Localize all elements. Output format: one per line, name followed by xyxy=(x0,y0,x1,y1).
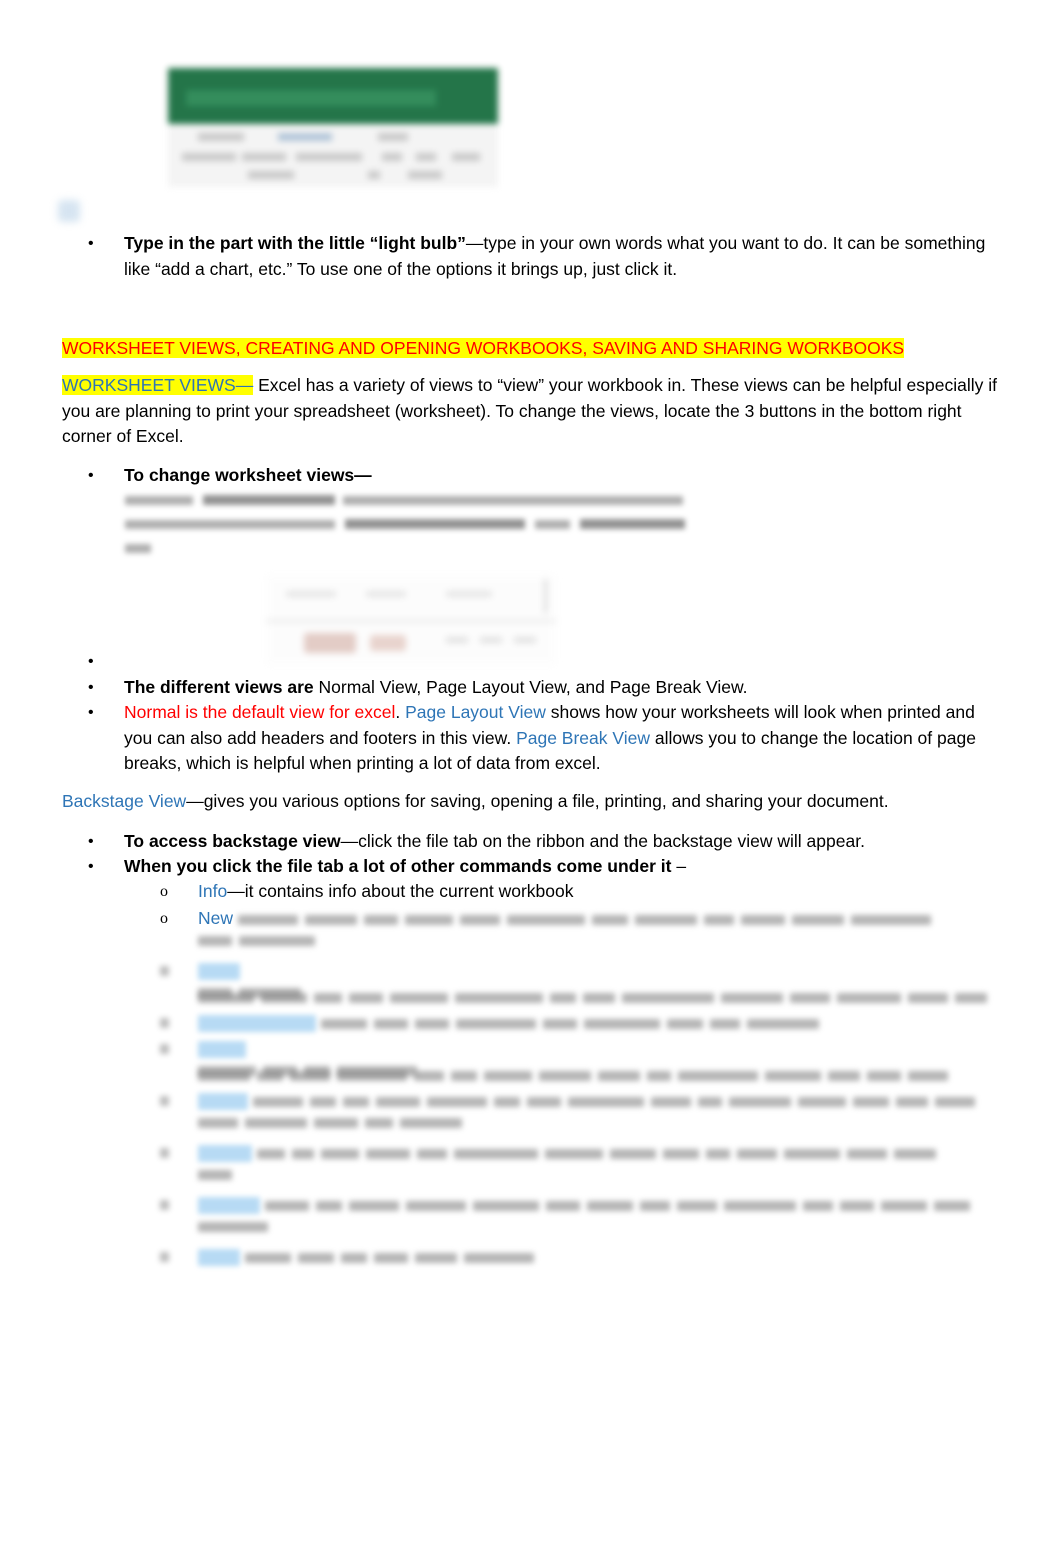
blurred-new-description xyxy=(237,907,938,933)
blurred-share-description-line2 xyxy=(198,1114,469,1132)
sub-bullet-marker: o xyxy=(160,883,168,900)
list-item-text: The different views are Normal View, Pag… xyxy=(124,675,1000,701)
list-item-text: Type in the part with the little “light … xyxy=(124,231,1000,282)
normal-view-red-text: Normal is the default view for excel xyxy=(124,702,396,722)
blurred-publish-description-line2 xyxy=(198,1218,275,1236)
blurred-command-label xyxy=(198,1040,246,1058)
list-item-text: To change worksheet views— xyxy=(124,465,372,485)
blurred-command-label xyxy=(198,1196,260,1214)
blurred-open-description-line2 xyxy=(198,984,308,1002)
bullet-marker: • xyxy=(88,653,94,670)
blurred-command-description xyxy=(198,984,994,1010)
bullet-marker: • xyxy=(88,679,94,696)
list-item-empty: • xyxy=(88,649,1000,675)
access-backstage-bold-lead: To access backstage view xyxy=(124,831,341,851)
list-item-tell-me: • Type in the part with the little “ligh… xyxy=(88,231,1000,282)
list-item-access-backstage: • To access backstage view—click the fil… xyxy=(88,829,1000,855)
blurred-command-description xyxy=(320,1011,826,1037)
excel-title-bar xyxy=(168,68,498,124)
sub-bullet-marker xyxy=(160,958,198,1010)
sub-list-item-text xyxy=(198,1192,1000,1218)
list-item-text xyxy=(124,649,1000,675)
sub-list-item-text xyxy=(198,1244,1000,1270)
blurred-command-label xyxy=(198,1092,248,1110)
backstage-view-body: —gives you various options for saving, o… xyxy=(186,791,889,811)
file-tab-commands-rest: – xyxy=(671,856,687,876)
new-command-label: New xyxy=(198,908,234,928)
sub-list-item-publish xyxy=(160,1192,1000,1218)
different-views-rest: Normal View, Page Layout View, and Page … xyxy=(313,677,748,697)
sub-bullet-marker: o xyxy=(160,910,168,927)
document-page: • Type in the part with the little “ligh… xyxy=(0,0,1062,1556)
blurred-command-description xyxy=(256,1141,943,1167)
sub-bullet-marker xyxy=(160,1088,198,1114)
bullet-marker: • xyxy=(88,235,94,252)
blurred-new-description-line2 xyxy=(198,932,322,950)
views-detail-after-red: . xyxy=(395,702,406,722)
info-command-label: Info xyxy=(198,881,228,901)
sub-list-item-text xyxy=(198,958,1000,1010)
list-item-file-tab-commands: • When you click the file tab a lot of o… xyxy=(88,854,1000,880)
sub-list-item-text: New xyxy=(198,906,1000,932)
blurred-print-description-line2 xyxy=(198,1062,424,1080)
sub-list-item-text: Info—it contains info about the current … xyxy=(198,879,1000,905)
sub-list-item-text xyxy=(198,1140,1000,1166)
section-heading: WORKSHEET VIEWS, CREATING AND OPENING WO… xyxy=(62,336,1002,362)
sub-list-item-info: o Info—it contains info about the curren… xyxy=(160,879,1000,905)
sub-bullet-marker xyxy=(160,1192,198,1218)
blurred-instructions-paragraph xyxy=(125,492,695,560)
blurred-command-label xyxy=(198,1144,252,1162)
page-break-view-link: Page Break View xyxy=(516,727,650,748)
blurred-command-description xyxy=(244,1245,541,1271)
blurred-command-label xyxy=(198,1248,240,1266)
sub-bullet-marker xyxy=(160,1010,198,1036)
excel-title-bar-text xyxy=(186,90,436,106)
section-heading-text: WORKSHEET VIEWS, CREATING AND OPENING WO… xyxy=(62,338,905,358)
file-tab-commands-bold-lead: When you click the file tab a lot of oth… xyxy=(124,856,672,876)
blurred-command-description xyxy=(252,1089,982,1115)
list-item-text: To access backstage view—click the file … xyxy=(124,829,1000,855)
sub-list-item-close xyxy=(160,1244,1000,1270)
different-views-bold-lead: The different views are xyxy=(124,677,314,697)
sub-bullet-marker xyxy=(160,1036,198,1088)
sub-list-item-export xyxy=(160,1140,1000,1166)
bullet-marker: • xyxy=(88,833,94,850)
worksheet-views-paragraph: WORKSHEET VIEWS— Excel has a variety of … xyxy=(62,373,1002,450)
access-backstage-rest: —click the file tab on the ribbon and th… xyxy=(340,831,865,851)
list-item-different-views: • The different views are Normal View, P… xyxy=(88,675,1000,701)
sub-bullet-marker xyxy=(160,1140,198,1166)
sub-list-item-save-as xyxy=(160,1010,1000,1036)
excel-sheet-area xyxy=(168,125,498,187)
list-item-text: When you click the file tab a lot of oth… xyxy=(124,854,1000,880)
bullet-marker: • xyxy=(88,858,94,875)
sub-list-item-share xyxy=(160,1088,1000,1114)
sub-bullet-marker xyxy=(160,1244,198,1270)
sub-list-item-new: o New xyxy=(160,906,1000,932)
tell-me-bold-lead: Type in the part with the little “light … xyxy=(124,233,466,253)
blurred-command-label xyxy=(198,1014,316,1032)
blurred-export-description-line2 xyxy=(198,1166,239,1184)
list-item-text: Normal is the default view for excel. Pa… xyxy=(124,700,1000,777)
blurred-command-label xyxy=(198,962,240,980)
bullet-marker: • xyxy=(88,704,94,721)
excel-tell-me-screenshot-image xyxy=(163,63,501,191)
sub-list-item-text xyxy=(198,1088,1000,1114)
page-layout-view-link: Page Layout View xyxy=(405,702,546,722)
list-item-views-detail: • Normal is the default view for excel. … xyxy=(88,700,1000,777)
worksheet-views-label: WORKSHEET VIEWS— xyxy=(62,375,254,395)
info-command-description: —it contains info about the current work… xyxy=(227,881,574,901)
backstage-view-label: Backstage View xyxy=(62,791,187,811)
backstage-view-paragraph: Backstage View—gives you various options… xyxy=(62,789,1002,815)
sub-list-item-text xyxy=(198,1010,1000,1036)
bullet-marker: • xyxy=(88,467,94,484)
blurred-command-description xyxy=(264,1193,977,1219)
left-margin-artifact xyxy=(58,200,80,222)
list-item-change-views: • To change worksheet views— xyxy=(88,463,1000,489)
